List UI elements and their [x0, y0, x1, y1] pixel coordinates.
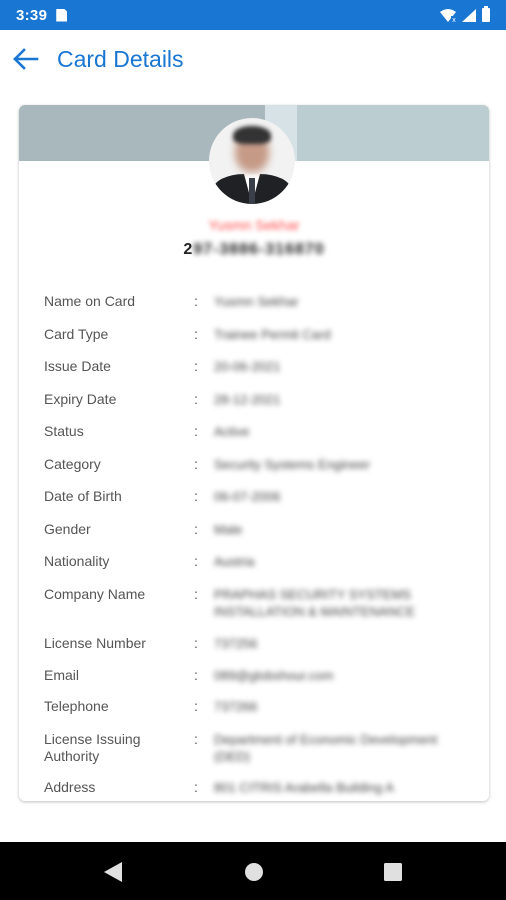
field-row-card-type: Card Type: Trainee Permit Card: [44, 326, 474, 343]
card-number-rest: 97-3886-316870: [193, 241, 325, 258]
field-label: Nationality: [44, 553, 110, 569]
field-value: 20-06-2021: [214, 359, 281, 374]
back-button[interactable]: [12, 45, 40, 73]
field-value: 089@globshour.com: [214, 668, 334, 683]
card-number-first-digit: 2: [183, 241, 194, 258]
field-label: License Number: [44, 635, 146, 651]
nav-recents-icon[interactable]: [384, 863, 402, 881]
page-title: Card Details: [57, 45, 184, 72]
status-bar: 3:39 x: [0, 0, 506, 30]
field-row-company-name: Company Name: PRAPHAS SECURITY SYSTEMS IN…: [44, 586, 474, 620]
field-label: Name on Card: [44, 293, 136, 309]
field-row-telephone: Telephone:737266: [44, 698, 474, 715]
field-value: Trainee Permit Card: [214, 327, 331, 342]
app-bar: Card Details: [0, 30, 506, 88]
sd-card-icon: [56, 8, 68, 22]
field-row-issue-date: Issue Date:20-06-2021: [44, 358, 474, 375]
card-details-panel: Yusmn Sekhar 297-3886-316870 Name on Car…: [19, 105, 489, 801]
field-row-date-of-birth: Date of Birth:06-07-2006: [44, 488, 474, 505]
field-row-status: Status: Active: [44, 423, 474, 440]
avatar: [209, 118, 295, 204]
field-label: Issue Date: [44, 358, 111, 374]
battery-icon: [482, 6, 490, 22]
field-row-license-number: License Number:737256: [44, 635, 474, 652]
field-value: Male: [214, 522, 243, 537]
status-icons: x: [440, 6, 490, 22]
field-value: 28-12-2021: [214, 392, 281, 407]
field-label: License Issuing Authority: [44, 731, 141, 764]
field-value: 801 CITRIS Arabella Building A: [214, 780, 394, 795]
field-row-address: Address:801 CITRIS Arabella Building A: [44, 779, 474, 796]
field-label: Address: [44, 779, 96, 795]
nav-home-icon[interactable]: [244, 862, 264, 882]
field-row-name-on-card: Name on Card: Yusmn Sekhar: [44, 293, 474, 310]
field-label: Date of Birth: [44, 488, 122, 504]
wifi-icon: x: [440, 8, 456, 22]
field-label: Card Type: [44, 326, 109, 342]
field-row-expiry-date: Expiry Date:28-12-2021: [44, 391, 474, 408]
card-number: 297-3886-316870: [19, 241, 489, 259]
field-label: Expiry Date: [44, 391, 117, 407]
field-row-nationality: Nationality: Austria: [44, 553, 474, 570]
svg-text:x: x: [452, 16, 456, 21]
field-label: Email: [44, 667, 80, 683]
field-label: Status: [44, 423, 84, 439]
field-value: Active: [214, 424, 250, 439]
field-row-gender: Gender: Male: [44, 521, 474, 538]
field-label: Gender: [44, 521, 91, 537]
status-time: 3:39: [16, 6, 48, 24]
field-value: 737266: [214, 699, 258, 714]
field-value: Austria: [214, 554, 255, 569]
navigation-bar: [0, 842, 506, 900]
field-value: Department of Economic Development (DED): [214, 732, 438, 764]
field-value: Security Systems Engineer: [214, 457, 371, 472]
field-row-email: Email:089@globshour.com: [44, 667, 474, 684]
nav-back-icon[interactable]: [103, 861, 123, 883]
field-value: Yusmn Sekhar: [214, 294, 299, 309]
field-value: 06-07-2006: [214, 489, 281, 504]
field-label: Telephone: [44, 698, 109, 714]
field-value: 737256: [214, 636, 258, 651]
field-label: Company Name: [44, 586, 146, 602]
field-label: Category: [44, 456, 101, 472]
card-banner-right: [297, 105, 489, 161]
field-row-license-issuing-authority: License Issuing Authority: Department of …: [44, 731, 474, 765]
field-value: PRAPHAS SECURITY SYSTEMS INSTALLATION & …: [214, 587, 416, 619]
card-holder-name: Yusmn Sekhar: [208, 217, 300, 233]
cell-signal-icon: [462, 8, 476, 22]
arrow-back-icon: [13, 48, 39, 70]
field-row-category: Category: Security Systems Engineer: [44, 456, 474, 473]
